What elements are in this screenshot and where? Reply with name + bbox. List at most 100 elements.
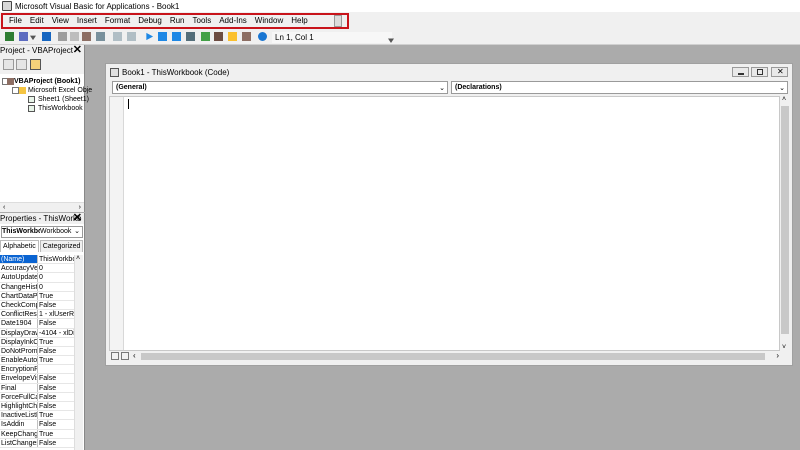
property-row[interactable]: ChangeHistor0 bbox=[0, 282, 74, 292]
menu-help[interactable]: Help bbox=[288, 16, 310, 25]
properties-title: Properties - ThisWorkb bbox=[0, 214, 82, 223]
folder-icon bbox=[19, 87, 26, 94]
scroll-right-icon[interactable]: › bbox=[79, 204, 81, 211]
property-row[interactable]: IsAddin False bbox=[0, 420, 74, 430]
property-row[interactable]: Date1904 False bbox=[0, 319, 74, 329]
design-mode-icon[interactable] bbox=[186, 32, 195, 41]
property-row[interactable]: AccuracyVers0 bbox=[0, 264, 74, 274]
cut-icon[interactable] bbox=[58, 32, 67, 41]
menu-bar-end-handle[interactable] bbox=[334, 15, 342, 27]
tree-item-vbaproject[interactable]: VBAProject (Book1) bbox=[0, 77, 84, 86]
menu-debug[interactable]: Debug bbox=[135, 16, 165, 25]
property-row[interactable]: DisplayDrawi -4104 - xlDi bbox=[0, 328, 74, 338]
chevron-down-icon[interactable]: ⌄ bbox=[74, 227, 80, 237]
scroll-down-icon[interactable]: ˅ bbox=[782, 344, 786, 351]
redo-icon[interactable] bbox=[127, 32, 136, 41]
full-module-view-icon[interactable] bbox=[121, 352, 129, 360]
menu-edit[interactable]: Edit bbox=[27, 16, 47, 25]
scroll-right-icon[interactable]: › bbox=[776, 351, 779, 360]
chevron-down-icon[interactable]: ⌄ bbox=[439, 83, 445, 94]
property-row[interactable]: ForceFullCalcFalse bbox=[0, 392, 74, 402]
properties-window: Properties - ThisWorkb ✕ ThisWorkbo Work… bbox=[0, 213, 85, 450]
view-excel-icon[interactable] bbox=[5, 32, 14, 41]
minimize-icon[interactable] bbox=[732, 67, 749, 77]
property-row[interactable]: ListChangesCFalse bbox=[0, 438, 74, 448]
project-explorer-icon[interactable] bbox=[201, 32, 210, 41]
menu-add-ins[interactable]: Add-Ins bbox=[216, 16, 250, 25]
tab-categorized[interactable]: Categorized bbox=[39, 240, 84, 252]
property-row[interactable]: CheckCompaFalse bbox=[0, 300, 74, 311]
code-vertical-scrollbar[interactable]: ˄ ˅ bbox=[780, 96, 790, 351]
tab-alphabetic[interactable]: Alphabetic bbox=[0, 240, 39, 252]
code-horizontal-scrollbar[interactable]: ‹ › bbox=[109, 351, 791, 362]
tree-item-excel-objects[interactable]: Microsoft Excel Obje bbox=[0, 86, 92, 95]
insert-dropdown-icon[interactable] bbox=[30, 35, 36, 41]
tree-label: Sheet1 (Sheet1) bbox=[38, 96, 89, 103]
object-selector[interactable]: ThisWorkbo Workbook ⌄ bbox=[1, 226, 83, 238]
break-icon[interactable] bbox=[158, 32, 167, 41]
code-editor[interactable] bbox=[109, 96, 780, 351]
view-code-icon[interactable] bbox=[3, 59, 14, 70]
property-row[interactable]: HighlightChaiFalse bbox=[0, 402, 74, 412]
view-object-icon[interactable] bbox=[16, 59, 27, 70]
help-icon[interactable] bbox=[258, 32, 267, 41]
toggle-folders-icon[interactable] bbox=[30, 59, 41, 70]
project-explorer-header: Project - VBAProject ✕ bbox=[0, 45, 84, 56]
menu-insert[interactable]: Insert bbox=[74, 16, 100, 25]
save-icon[interactable] bbox=[42, 32, 51, 41]
property-row[interactable]: EncryptionPr bbox=[0, 365, 74, 375]
object-browser-icon[interactable] bbox=[228, 32, 237, 41]
tree-item-thisworkbook[interactable]: ThisWorkbook bbox=[0, 104, 84, 113]
horizontal-scroll-thumb[interactable] bbox=[141, 353, 765, 360]
code-window-titlebar[interactable]: Book1 - ThisWorkbook (Code) ✕ bbox=[106, 64, 792, 80]
tree-label: VBAProject (Book1) bbox=[14, 78, 81, 85]
code-margin-indicator-bar[interactable] bbox=[110, 97, 124, 350]
copy-icon[interactable] bbox=[70, 32, 79, 41]
scroll-left-icon[interactable]: ‹ bbox=[133, 351, 136, 360]
property-row[interactable]: DoNotPromp False bbox=[0, 346, 74, 357]
property-row[interactable]: ChartDataPoiTrue bbox=[0, 291, 74, 301]
property-row[interactable]: DisplayInkCoTrue bbox=[0, 337, 74, 347]
vertical-scroll-thumb[interactable] bbox=[781, 106, 789, 334]
undo-icon[interactable] bbox=[113, 32, 122, 41]
reset-icon[interactable] bbox=[172, 32, 181, 41]
toolbox-icon[interactable] bbox=[242, 32, 251, 41]
property-row[interactable]: InactiveListB True bbox=[0, 411, 74, 421]
paste-icon[interactable] bbox=[82, 32, 91, 41]
project-horizontal-scrollbar[interactable]: ‹ › bbox=[0, 202, 84, 212]
procedure-view-icon[interactable] bbox=[111, 352, 119, 360]
maximize-icon[interactable] bbox=[751, 67, 768, 77]
project-explorer: Project - VBAProject ✕ VBAProject (Book1… bbox=[0, 45, 92, 212]
properties-window-icon[interactable] bbox=[214, 32, 223, 41]
menu-tools[interactable]: Tools bbox=[190, 16, 215, 25]
insert-module-icon[interactable] bbox=[19, 32, 28, 41]
property-row[interactable]: ConflictResol1 - xlUserRe bbox=[0, 310, 74, 320]
property-row[interactable]: EnvelopeVisilFalse bbox=[0, 374, 74, 384]
scroll-up-icon[interactable]: ˄ bbox=[76, 255, 80, 262]
run-icon[interactable] bbox=[146, 32, 154, 41]
properties-vertical-scrollbar[interactable]: ˄ bbox=[74, 255, 83, 450]
chevron-down-icon[interactable]: ⌄ bbox=[779, 83, 785, 94]
menu-file[interactable]: File bbox=[6, 16, 25, 25]
menu-view[interactable]: View bbox=[49, 16, 72, 25]
property-row[interactable]: AutoUpdateF0 bbox=[0, 273, 74, 283]
object-combo[interactable]: (General) ⌄ bbox=[112, 81, 448, 94]
property-row[interactable]: Final False bbox=[0, 383, 74, 393]
procedure-combo[interactable]: (Declarations) ⌄ bbox=[451, 81, 788, 94]
collapse-icon[interactable] bbox=[12, 87, 19, 94]
property-row[interactable]: KeepChangeHTrue bbox=[0, 429, 74, 439]
scroll-left-icon[interactable]: ‹ bbox=[3, 204, 5, 211]
property-row[interactable]: (Name) ThisWorkbo bbox=[0, 255, 74, 265]
menu-run[interactable]: Run bbox=[167, 16, 188, 25]
close-icon[interactable]: ✕ bbox=[73, 45, 82, 56]
code-window-icon bbox=[110, 67, 119, 77]
menu-format[interactable]: Format bbox=[102, 16, 133, 25]
find-icon[interactable] bbox=[96, 32, 105, 41]
property-row[interactable]: EnableAutoRTrue bbox=[0, 356, 74, 366]
close-icon[interactable]: ✕ bbox=[771, 67, 788, 77]
menu-window[interactable]: Window bbox=[252, 16, 286, 25]
close-icon[interactable]: ✕ bbox=[73, 213, 82, 224]
scroll-up-icon[interactable]: ˄ bbox=[782, 96, 786, 103]
tree-item-sheet1[interactable]: Sheet1 (Sheet1) bbox=[0, 95, 89, 104]
code-window-title: Book1 - ThisWorkbook (Code) bbox=[122, 67, 230, 77]
